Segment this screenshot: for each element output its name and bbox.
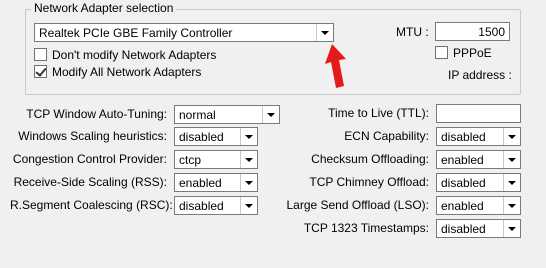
right-setting-select[interactable]: disabled [436, 219, 521, 238]
left-setting-select[interactable]: normal [174, 105, 280, 124]
ip-address-label: IP address : [448, 68, 512, 82]
chevron-down-icon[interactable] [316, 24, 333, 41]
adapter-select[interactable]: Realtek PCIe GBE Family Controller [34, 23, 334, 42]
adapter-group-title: Network Adapter selection [31, 1, 177, 15]
right-setting-value: disabled [441, 222, 486, 236]
chevron-down-icon[interactable] [240, 174, 257, 191]
right-setting-value: enabled [441, 199, 484, 213]
chevron-down-icon[interactable] [503, 128, 520, 145]
left-setting-label: Congestion Control Provider: [12, 152, 167, 166]
right-setting-value: disabled [441, 176, 486, 190]
pppoe-label[interactable]: PPPoE [453, 46, 492, 60]
left-setting-select[interactable]: enabled [174, 173, 258, 192]
modify-all-label[interactable]: Modify All Network Adapters [52, 65, 201, 79]
right-setting-select[interactable]: enabled [436, 196, 521, 215]
left-setting-label: Windows Scaling heuristics: [18, 129, 167, 143]
left-setting-value: disabled [179, 130, 224, 144]
chevron-down-icon[interactable] [262, 106, 279, 123]
left-setting-value: disabled [179, 199, 224, 213]
chevron-down-icon[interactable] [240, 128, 257, 145]
chevron-down-icon[interactable] [503, 174, 520, 191]
left-setting-select[interactable]: ctcp [174, 150, 258, 169]
right-setting-label: TCP 1323 Timestamps: [303, 221, 429, 235]
mtu-input[interactable]: 1500 [435, 22, 510, 41]
right-setting-select[interactable]: disabled [436, 127, 521, 146]
adapter-select-value: Realtek PCIe GBE Family Controller [39, 26, 233, 40]
dont-modify-label[interactable]: Don't modify Network Adapters [52, 48, 216, 62]
left-setting-select[interactable]: disabled [174, 196, 258, 215]
left-setting-label: R.Segment Coalescing (RSC): [10, 198, 173, 212]
chevron-down-icon[interactable] [503, 220, 520, 237]
left-setting-label: Receive-Side Scaling (RSS): [13, 175, 167, 189]
right-setting-label: TCP Chimney Offload: [309, 175, 429, 189]
right-setting-select[interactable]: disabled [436, 173, 521, 192]
right-setting-label: ECN Capability: [344, 129, 429, 143]
right-setting-label: Time to Live (TTL): [328, 106, 429, 120]
left-setting-value: normal [179, 108, 216, 122]
left-setting-value: ctcp [179, 153, 202, 167]
chevron-down-icon[interactable] [240, 197, 257, 214]
mtu-label: MTU : [396, 25, 429, 39]
left-setting-value: enabled [179, 176, 222, 190]
modify-all-checkbox[interactable] [34, 65, 47, 78]
ttl-input[interactable] [436, 104, 521, 123]
left-setting-select[interactable]: disabled [174, 127, 258, 146]
right-setting-value: enabled [441, 153, 484, 167]
chevron-down-icon[interactable] [503, 151, 520, 168]
chevron-down-icon[interactable] [240, 151, 257, 168]
dont-modify-checkbox[interactable] [34, 48, 47, 61]
pppoe-checkbox[interactable] [435, 46, 448, 59]
right-setting-select[interactable]: enabled [436, 150, 521, 169]
right-setting-label: Large Send Offload (LSO): [286, 198, 429, 212]
chevron-down-icon[interactable] [503, 197, 520, 214]
red-arrow-icon [325, 44, 346, 88]
right-setting-label: Checksum Offloading: [311, 152, 429, 166]
right-setting-value: disabled [441, 130, 486, 144]
left-setting-label: TCP Window Auto-Tuning: [26, 107, 167, 121]
mtu-value: 1500 [478, 25, 505, 39]
